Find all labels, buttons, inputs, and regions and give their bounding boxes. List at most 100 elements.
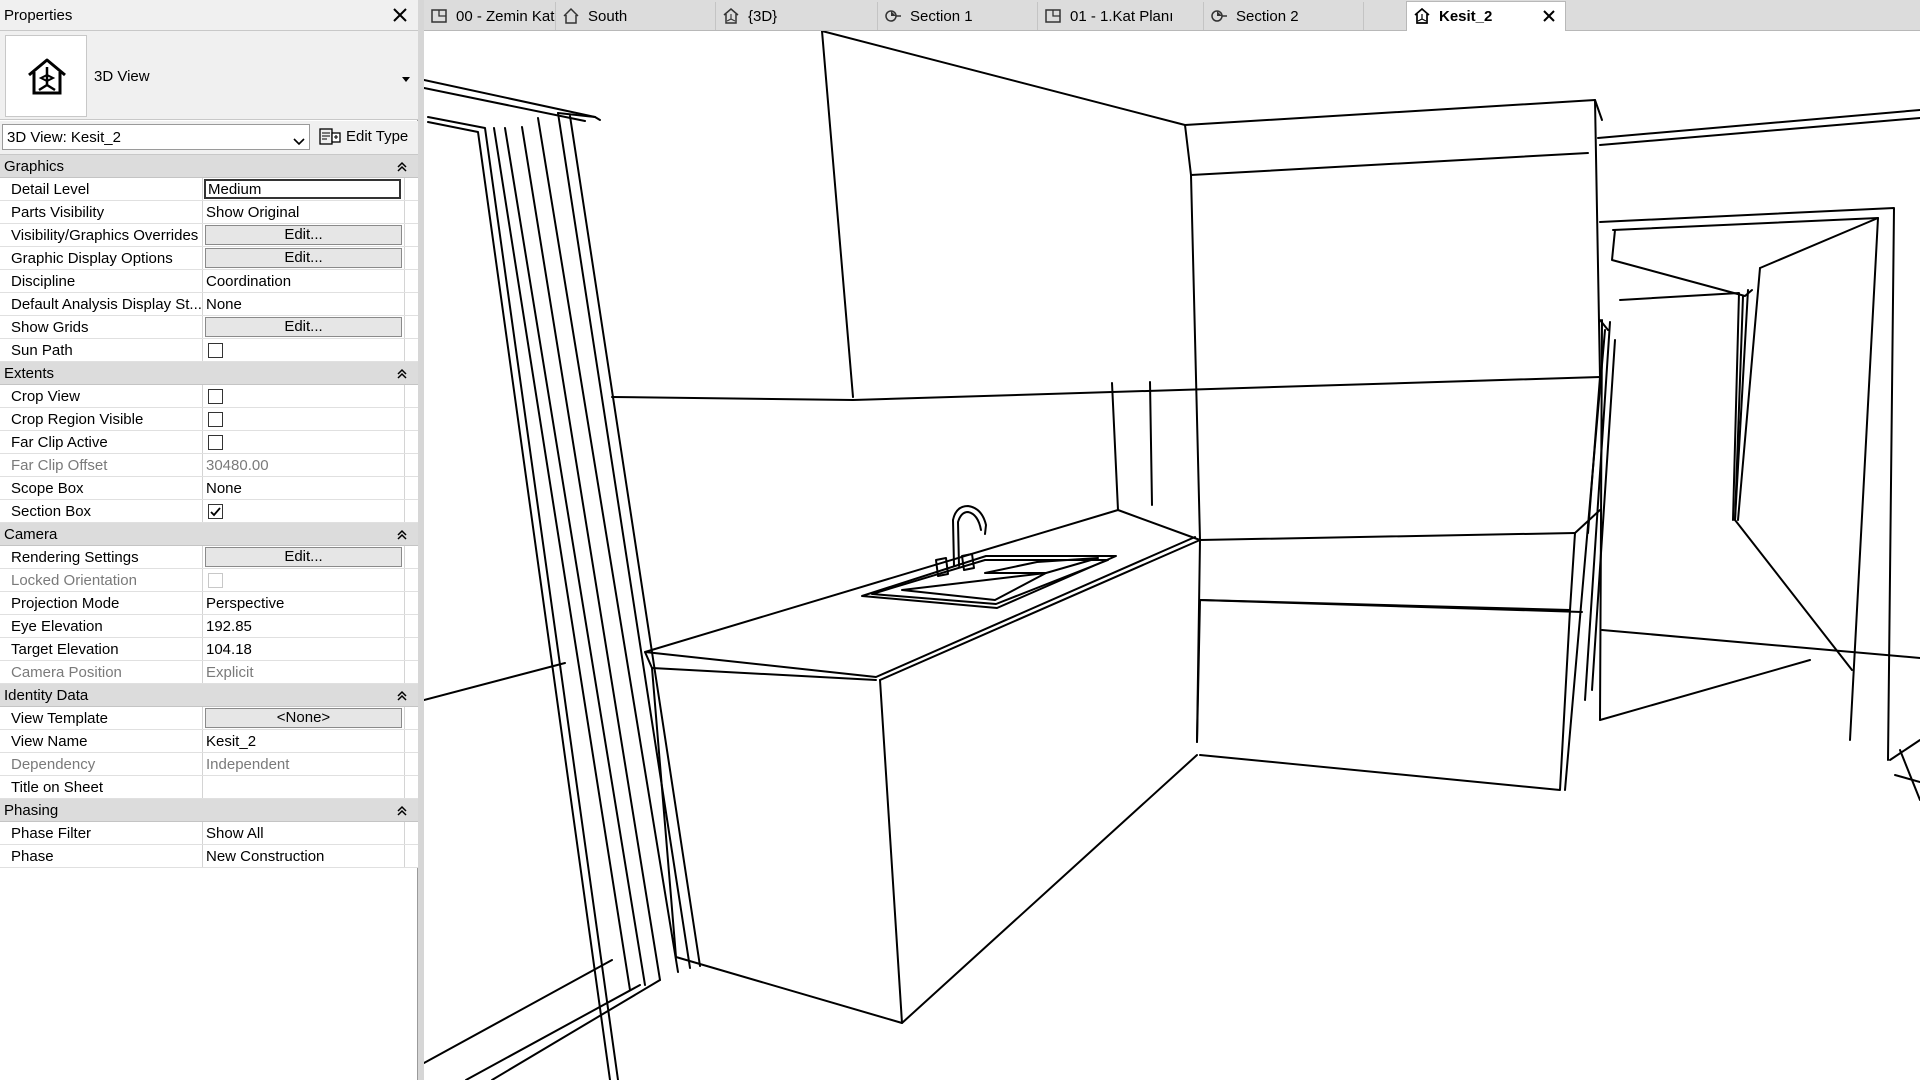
- property-name: Graphic Display Options: [11, 250, 173, 267]
- property-row-graphic-display-options: Graphic Display Options Edit...: [0, 247, 418, 270]
- property-value[interactable]: None: [206, 296, 402, 313]
- view-instance-select[interactable]: 3D View: Kesit_2: [2, 124, 310, 150]
- floor-plan-icon: [430, 7, 448, 25]
- property-edit-button[interactable]: Edit...: [205, 225, 402, 245]
- property-name: Eye Elevation: [11, 618, 103, 635]
- collapse-chevron-icon[interactable]: [396, 160, 408, 172]
- column-divider: [202, 270, 203, 292]
- tab-section-2[interactable]: Section 2: [1204, 2, 1364, 30]
- tab-kesit-2[interactable]: Kesit_2: [1406, 1, 1566, 31]
- collapse-chevron-icon[interactable]: [396, 689, 408, 701]
- group-label: Camera: [4, 526, 58, 543]
- property-name: Title on Sheet: [11, 779, 103, 796]
- property-name: Phase Filter: [11, 825, 92, 842]
- property-value[interactable]: Show All: [206, 825, 402, 842]
- tab-label: Kesit_2: [1439, 8, 1493, 25]
- view-instance-label: 3D View: Kesit_2: [7, 129, 121, 146]
- edit-type-icon: [319, 128, 341, 151]
- column-divider: [202, 592, 203, 614]
- property-value-input[interactable]: Medium: [204, 179, 401, 199]
- row-end-divider: [404, 293, 405, 315]
- property-row-crop-view: Crop View: [0, 385, 418, 408]
- column-divider: [202, 178, 203, 200]
- edit-type-button[interactable]: Edit Type: [316, 124, 414, 150]
- property-name: Parts Visibility: [11, 204, 105, 221]
- group-identity-data[interactable]: Identity Data: [0, 684, 418, 707]
- column-divider: [202, 707, 203, 729]
- property-value[interactable]: Coordination: [206, 273, 402, 290]
- group-graphics[interactable]: Graphics: [0, 155, 418, 178]
- property-row-far-clip-active: Far Clip Active: [0, 431, 418, 454]
- column-divider: [202, 845, 203, 867]
- property-row-phase: Phase New Construction: [0, 845, 418, 868]
- tab-01-1-kat-plani[interactable]: 01 - 1.Kat Planı: [1038, 2, 1204, 30]
- property-value[interactable]: Show Original: [206, 204, 402, 221]
- property-checkbox[interactable]: [208, 389, 223, 404]
- property-edit-button[interactable]: Edit...: [205, 317, 402, 337]
- close-icon[interactable]: [388, 3, 412, 27]
- row-end-divider: [404, 224, 405, 246]
- property-row-default-analysis-display-st: Default Analysis Display St... None: [0, 293, 418, 316]
- property-name: Dependency: [11, 756, 96, 773]
- tab-3d[interactable]: {3D}: [716, 2, 878, 30]
- group-phasing[interactable]: Phasing: [0, 799, 418, 822]
- tab-00-zemin-kat[interactable]: 00 - Zemin Kat: [424, 2, 556, 30]
- property-name: Default Analysis Display St...: [11, 296, 201, 313]
- floor-plan-icon: [1044, 7, 1062, 25]
- group-extents[interactable]: Extents: [0, 362, 418, 385]
- property-row-rendering-settings: Rendering Settings Edit...: [0, 546, 418, 569]
- tab-label: 00 - Zemin Kat: [456, 8, 555, 25]
- group-label: Graphics: [4, 158, 65, 175]
- property-edit-button[interactable]: <None>: [205, 708, 402, 728]
- property-value[interactable]: New Construction: [206, 848, 402, 865]
- property-edit-button[interactable]: Edit...: [205, 248, 402, 268]
- property-name: Visibility/Graphics Overrides: [11, 227, 199, 244]
- chevron-down-icon[interactable]: [400, 71, 412, 82]
- column-divider: [202, 454, 203, 476]
- property-checkbox: [208, 573, 223, 588]
- property-value: Independent: [206, 756, 290, 773]
- tab-label: Section 1: [910, 8, 973, 25]
- 3d-viewport[interactable]: [424, 31, 1920, 1080]
- checkmark-icon: [210, 507, 221, 517]
- type-selector[interactable]: 3D View: [0, 31, 418, 120]
- property-checkbox[interactable]: [208, 435, 223, 450]
- column-divider: [202, 201, 203, 223]
- group-label: Phasing: [4, 802, 59, 819]
- collapse-chevron-icon[interactable]: [396, 367, 408, 379]
- property-value: 30480.00: [206, 457, 269, 474]
- edit-type-label: Edit Type: [346, 128, 409, 145]
- property-checkbox[interactable]: [208, 343, 223, 358]
- property-row-title-on-sheet: Title on Sheet: [0, 776, 418, 799]
- property-value[interactable]: 104.18: [206, 641, 402, 658]
- tab-section-1[interactable]: Section 1: [878, 2, 1038, 30]
- property-row-discipline: Discipline Coordination: [0, 270, 418, 293]
- property-row-camera-position: Camera Position Explicit: [0, 661, 418, 684]
- close-icon[interactable]: [1541, 8, 1557, 24]
- collapse-chevron-icon[interactable]: [396, 804, 408, 816]
- row-end-divider: [404, 454, 405, 476]
- property-value[interactable]: None: [206, 480, 402, 497]
- property-name: Detail Level: [11, 181, 90, 198]
- column-divider: [202, 500, 203, 522]
- property-name: Far Clip Active: [11, 434, 108, 451]
- property-value[interactable]: 192.85: [206, 618, 402, 635]
- row-end-divider: [404, 178, 405, 200]
- property-checkbox[interactable]: [208, 412, 223, 427]
- property-value[interactable]: Kesit_2: [206, 733, 402, 750]
- property-checkbox[interactable]: [208, 504, 223, 519]
- property-row-target-elevation: Target Elevation 104.18: [0, 638, 418, 661]
- row-end-divider: [404, 661, 405, 683]
- tab-south[interactable]: South: [556, 2, 716, 30]
- group-camera[interactable]: Camera: [0, 523, 418, 546]
- section-icon: [884, 7, 902, 25]
- tab-label: 01 - 1.Kat Planı: [1070, 8, 1174, 25]
- property-name: Far Clip Offset: [11, 457, 108, 474]
- property-name: View Template: [11, 710, 109, 727]
- property-row-show-grids: Show Grids Edit...: [0, 316, 418, 339]
- property-value[interactable]: Perspective: [206, 595, 402, 612]
- row-end-divider: [404, 500, 405, 522]
- collapse-chevron-icon[interactable]: [396, 528, 408, 540]
- property-edit-button[interactable]: Edit...: [205, 547, 402, 567]
- tab-label: Section 2: [1236, 8, 1299, 25]
